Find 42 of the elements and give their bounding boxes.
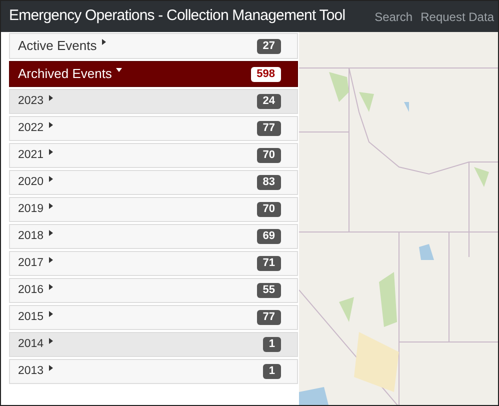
caret-right-icon <box>48 94 54 100</box>
app-title: Emergency Operations - Collection Management Tool <box>9 6 346 26</box>
caret-right-icon <box>48 148 54 154</box>
year-row[interactable]: 2013 1 <box>9 359 298 384</box>
count-badge: 598 <box>250 66 281 82</box>
count-badge: 55 <box>256 283 281 298</box>
year-row[interactable]: 2021 70 <box>9 143 298 168</box>
caret-right-icon <box>48 256 54 262</box>
count-badge: 27 <box>256 38 281 54</box>
caret-right-icon <box>48 122 54 128</box>
caret-right-icon <box>48 230 54 236</box>
caret-down-icon <box>116 67 122 73</box>
count-badge: 1 <box>262 337 281 352</box>
count-badge: 1 <box>262 364 281 379</box>
year-row[interactable]: 2018 69 <box>9 224 298 249</box>
caret-right-icon <box>48 364 54 370</box>
event-category-row[interactable]: Archived Events 598 <box>9 61 298 87</box>
count-badge: 70 <box>256 148 281 163</box>
caret-right-icon <box>48 310 54 316</box>
count-badge: 24 <box>256 94 281 109</box>
year-row[interactable]: 2023 24 <box>9 89 298 114</box>
caret-right-icon <box>48 284 54 290</box>
count-badge: 71 <box>256 256 281 271</box>
count-badge: 77 <box>256 310 281 325</box>
count-badge: 83 <box>256 175 281 190</box>
year-row[interactable]: 2020 83 <box>9 170 298 195</box>
year-row[interactable]: 2019 70 <box>9 197 298 222</box>
nav-link[interactable]: Request Data <box>420 8 494 26</box>
year-row[interactable]: 2022 77 <box>9 116 298 141</box>
year-row[interactable]: 2014 1 <box>9 332 298 357</box>
event-category-row[interactable]: Active Events 27 <box>9 33 298 59</box>
caret-right-icon <box>48 176 54 182</box>
caret-right-icon <box>48 338 54 344</box>
year-row[interactable]: 2017 71 <box>9 251 298 276</box>
count-badge: 70 <box>256 202 281 217</box>
caret-right-icon <box>48 202 54 208</box>
year-row[interactable]: 2016 55 <box>9 278 298 303</box>
count-badge: 77 <box>256 121 281 136</box>
year-row[interactable]: 2015 77 <box>9 305 298 330</box>
count-badge: 69 <box>256 229 281 244</box>
nav-link[interactable]: Search <box>374 8 413 26</box>
caret-right-icon <box>100 39 107 45</box>
